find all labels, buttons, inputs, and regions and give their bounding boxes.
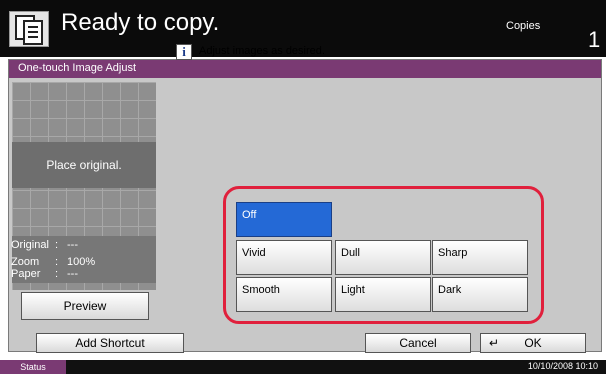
info-zoom: Zoom : 100%	[11, 256, 96, 268]
date-time: 10/10/2008 10:10	[527, 361, 598, 371]
instruction-message: Adjust images as desired.	[199, 45, 325, 57]
copies-count: 1	[588, 27, 601, 52]
copies-label: Copies	[506, 20, 541, 32]
info-value: 100%	[67, 256, 96, 268]
status-button[interactable]: Status	[0, 360, 66, 374]
panel-title: One-touch Image Adjust	[9, 60, 601, 78]
info-label: Original	[11, 239, 49, 251]
info-original: Original : ---	[11, 239, 78, 251]
info-label: Paper	[11, 268, 41, 280]
info-paper: Paper : ---	[11, 268, 78, 280]
info-value: ---	[67, 239, 78, 251]
info-icon: i	[176, 44, 192, 60]
option-sharp[interactable]: Sharp	[432, 240, 528, 275]
status-bar: Status 10/10/2008 10:10	[0, 360, 606, 374]
option-light[interactable]: Light	[335, 277, 431, 312]
copy-mode-icon	[9, 11, 49, 47]
info-label: Zoom	[11, 256, 40, 268]
enter-icon: ↵	[489, 336, 500, 350]
place-original-text: Place original.	[12, 142, 156, 188]
option-smooth[interactable]: Smooth	[236, 277, 332, 312]
ok-button[interactable]: ↵ OK	[480, 333, 586, 353]
add-shortcut-button[interactable]: Add Shortcut	[36, 333, 184, 353]
status-title: Ready to copy.	[61, 9, 220, 36]
option-vivid[interactable]: Vivid	[236, 240, 332, 275]
preview-button[interactable]: Preview	[21, 292, 149, 320]
cancel-button[interactable]: Cancel	[365, 333, 471, 353]
ok-label: OK	[524, 336, 542, 350]
option-dark[interactable]: Dark	[432, 277, 528, 312]
option-dull[interactable]: Dull	[335, 240, 431, 275]
option-off[interactable]: Off	[236, 202, 332, 237]
info-value: ---	[67, 268, 78, 280]
